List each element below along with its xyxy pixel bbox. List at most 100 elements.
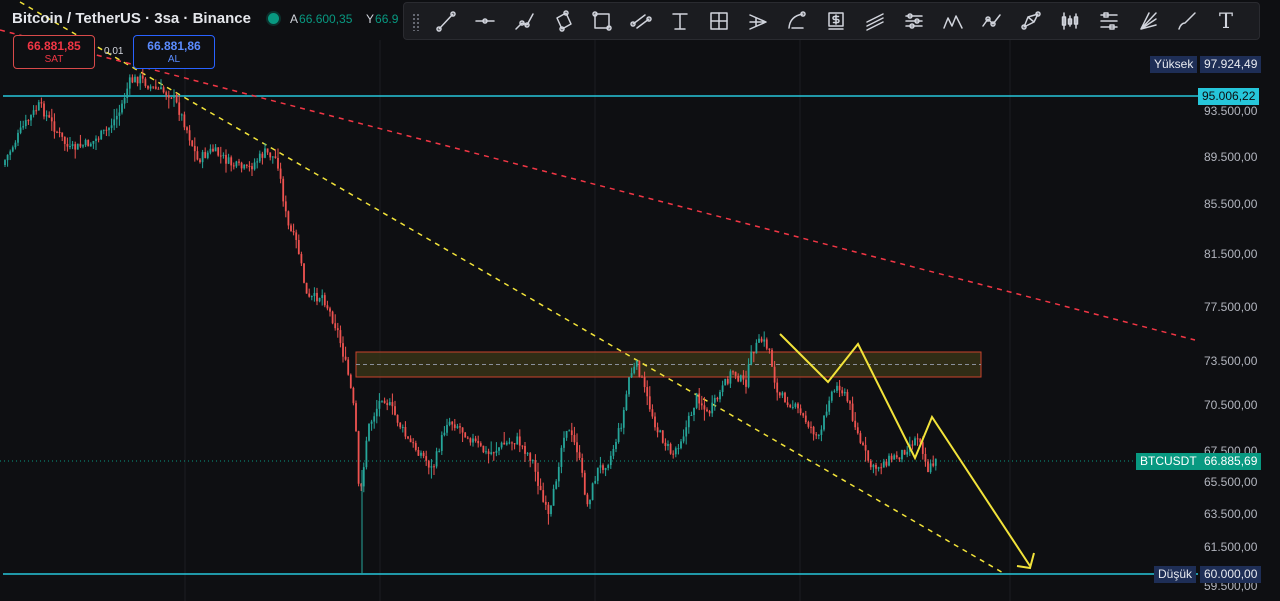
- candle-body: [196, 151, 199, 160]
- fib-retracement-icon[interactable]: [666, 7, 694, 35]
- candle-body: [511, 442, 513, 444]
- candle-body: [490, 452, 493, 454]
- brush-icon[interactable]: [1173, 7, 1201, 35]
- candle-body: [693, 407, 695, 415]
- candle-body: [357, 431, 360, 484]
- candle-body: [802, 413, 805, 416]
- candle-body: [646, 387, 649, 397]
- candle-body: [901, 449, 903, 460]
- candle-body: [602, 465, 604, 470]
- price-axis-tick: 77.500,00: [1204, 300, 1258, 314]
- bars-pattern-icon[interactable]: [1056, 7, 1084, 35]
- candle-body: [505, 442, 508, 445]
- candle-body: [53, 121, 56, 132]
- candle-body: [573, 435, 576, 443]
- candle-body: [568, 430, 571, 432]
- candle-body: [261, 153, 264, 158]
- candle-body: [498, 447, 500, 451]
- candle-body: [851, 403, 854, 421]
- ohlc-open: A66.600,35: [290, 12, 352, 26]
- low-label: Düşük: [1154, 566, 1197, 583]
- candle-body: [466, 437, 469, 439]
- sell-label: SAT: [44, 54, 64, 65]
- candle-body: [375, 408, 378, 417]
- candle-body: [141, 75, 144, 79]
- xabcd-pattern-icon[interactable]: [1017, 7, 1045, 35]
- elliott-wave-icon[interactable]: [900, 7, 928, 35]
- candle-body: [526, 453, 529, 455]
- candle-body: [381, 400, 383, 402]
- price-axis-tick: 70.500,00: [1204, 398, 1258, 412]
- candle-body: [932, 463, 935, 466]
- candle-body: [765, 339, 768, 349]
- candle-body: [110, 125, 113, 128]
- candle-body: [219, 155, 222, 157]
- candle-body: [32, 110, 35, 115]
- buy-label: AL: [167, 54, 181, 65]
- candle-body: [916, 438, 919, 440]
- polyline-icon[interactable]: [978, 7, 1006, 35]
- gann-fan-icon[interactable]: [1134, 7, 1162, 35]
- candle-body: [708, 411, 711, 414]
- candle-body: [734, 371, 737, 376]
- candle-body: [14, 142, 17, 148]
- candle-body: [859, 433, 862, 443]
- candle-body: [313, 292, 316, 297]
- candle-body: [768, 348, 771, 350]
- candle-body: [74, 144, 77, 150]
- triangle-pattern-icon[interactable]: [939, 7, 967, 35]
- candle-body: [316, 292, 318, 302]
- candle-body: [97, 138, 100, 140]
- candle-body: [277, 157, 279, 169]
- candle-body: [791, 406, 794, 408]
- symbol-title[interactable]: Bitcoin / TetherUS · 3sa · Binance: [12, 10, 251, 27]
- candle-body: [61, 132, 64, 137]
- arc-icon[interactable]: [783, 7, 811, 35]
- long-position-icon[interactable]: [1095, 7, 1123, 35]
- regression-icon[interactable]: [861, 7, 889, 35]
- candle-body: [113, 119, 116, 126]
- candle-body: [700, 403, 703, 406]
- candle-body: [841, 390, 844, 394]
- candle-body: [290, 225, 292, 232]
- trend-line-icon[interactable]: [432, 7, 460, 35]
- price-label-icon[interactable]: [822, 7, 850, 35]
- candle-body: [89, 143, 92, 147]
- sell-button[interactable]: 66.881,85 SAT: [13, 35, 95, 69]
- candle-body: [76, 143, 79, 150]
- candle-body: [102, 129, 105, 131]
- candle-body: [609, 455, 612, 466]
- candle-body: [448, 421, 451, 425]
- rectangle-icon[interactable]: [588, 7, 616, 35]
- candle-body: [823, 415, 825, 430]
- candle-body: [604, 467, 607, 470]
- candle-body: [716, 397, 719, 400]
- candle-body: [485, 451, 487, 453]
- parallel-channel-icon[interactable]: [627, 7, 655, 35]
- candle-body: [635, 360, 638, 367]
- candle-body: [661, 430, 664, 443]
- candle-body: [706, 409, 708, 412]
- candle-body: [924, 453, 927, 462]
- candle-body: [321, 295, 324, 298]
- candle-body: [682, 436, 685, 442]
- text-tool-icon[interactable]: T: [1212, 7, 1240, 35]
- spread-value: 0,01: [104, 46, 124, 57]
- candle-body: [456, 426, 459, 428]
- candle-body: [295, 232, 298, 241]
- candle-body: [284, 201, 287, 212]
- crosshair-box-icon[interactable]: [705, 7, 733, 35]
- horizontal-ray-icon[interactable]: [471, 7, 499, 35]
- candle-body: [235, 161, 238, 167]
- candle-body: [253, 162, 256, 170]
- candle-body: [279, 168, 282, 179]
- rotated-rectangle-icon[interactable]: [549, 7, 577, 35]
- drag-handle-icon[interactable]: [412, 13, 420, 31]
- path-icon[interactable]: [510, 7, 538, 35]
- high-label: Yüksek: [1150, 56, 1198, 73]
- price-axis-tick: 85.500,00: [1204, 197, 1258, 211]
- price-chart[interactable]: [0, 0, 1280, 601]
- candle-body: [318, 297, 321, 302]
- pitchfork-icon[interactable]: [744, 7, 772, 35]
- buy-button[interactable]: 66.881,86 AL: [133, 35, 215, 69]
